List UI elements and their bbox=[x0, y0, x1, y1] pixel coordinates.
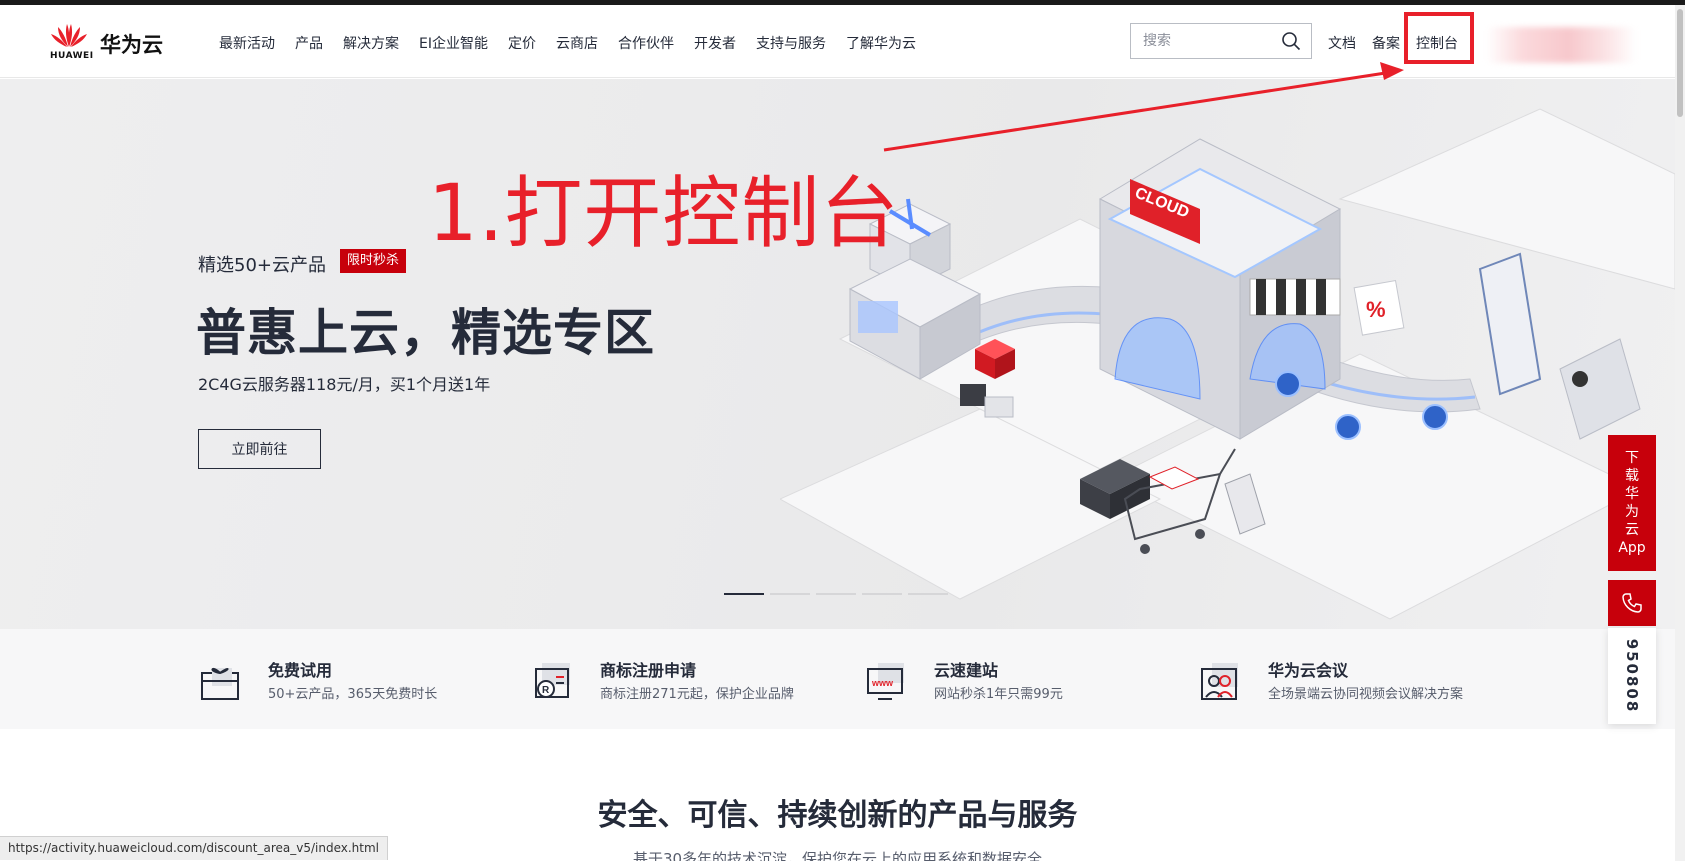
phone-button[interactable] bbox=[1608, 580, 1656, 626]
side-app-char: 载 bbox=[1625, 468, 1639, 484]
feature-title: 华为云会议 bbox=[1268, 661, 1349, 680]
svg-text:R: R bbox=[542, 685, 550, 696]
hotline-number-box: 950808 bbox=[1608, 628, 1656, 724]
search-icon[interactable] bbox=[1281, 31, 1301, 51]
user-account-blurred[interactable] bbox=[1486, 27, 1636, 63]
nav-item-solutions[interactable]: 解决方案 bbox=[343, 33, 399, 53]
icp-filing-link[interactable]: 备案 bbox=[1372, 33, 1400, 53]
search-input[interactable] bbox=[1131, 24, 1271, 58]
meeting-icon bbox=[1201, 663, 1238, 700]
side-app-char: App bbox=[1618, 540, 1646, 556]
scrollbar-thumb[interactable] bbox=[1677, 9, 1683, 117]
carousel-dot-5[interactable] bbox=[908, 593, 948, 595]
side-app-char: 下 bbox=[1625, 450, 1639, 466]
console-highlight-box bbox=[1404, 12, 1474, 64]
page-scrollbar[interactable] bbox=[1675, 5, 1685, 861]
feature-desc: 网站秒杀1年只需99元 bbox=[934, 687, 1063, 702]
website-icon: www bbox=[867, 663, 904, 700]
nav-item-marketplace[interactable]: 云商店 bbox=[556, 33, 598, 53]
side-app-char: 华 bbox=[1625, 486, 1639, 502]
section-title: 安全、可信、持续创新的产品与服务 bbox=[597, 798, 1078, 833]
main-nav: 最新活动 产品 解决方案 EI企业智能 定价 云商店 合作伙伴 开发者 支持与服… bbox=[219, 33, 936, 53]
feature-desc: 商标注册271元起，保护企业品牌 bbox=[600, 687, 794, 702]
annotation-step-text: 1.打开控制台 bbox=[428, 169, 900, 259]
svg-text:%: % bbox=[1366, 297, 1386, 322]
side-app-char: 为 bbox=[1625, 504, 1639, 520]
nav-item-support[interactable]: 支持与服务 bbox=[756, 33, 826, 53]
carousel-dot-1[interactable] bbox=[724, 593, 764, 595]
browser-status-url: https://activity.huaweicloud.com/discoun… bbox=[0, 836, 389, 860]
brand-name: 华为云 bbox=[100, 33, 163, 57]
hotline-number: 950808 bbox=[1623, 638, 1641, 714]
cloud-store-illustration: CLOUD % bbox=[780, 108, 1675, 620]
carousel-dot-2[interactable] bbox=[770, 593, 810, 595]
huawei-cloud-logo[interactable]: HUAWEI 华为云 bbox=[50, 21, 175, 65]
hero-description: 2C4G云服务器118元/月，买1个月送1年 bbox=[198, 375, 491, 394]
nav-item-developers[interactable]: 开发者 bbox=[694, 33, 736, 53]
svg-text:www: www bbox=[871, 678, 894, 688]
logo-wordmark: HUAWEI bbox=[50, 51, 94, 61]
go-now-button[interactable]: 立即前往 bbox=[198, 429, 321, 469]
side-app-char: 云 bbox=[1625, 522, 1639, 538]
nav-item-latest-activities[interactable]: 最新活动 bbox=[219, 33, 275, 53]
feature-title: 商标注册申请 bbox=[600, 661, 697, 680]
carousel-dot-3[interactable] bbox=[816, 593, 856, 595]
carousel-dot-4[interactable] bbox=[862, 593, 902, 595]
hero-subtitle: 精选50+云产品 bbox=[198, 255, 326, 276]
features-strip: 免费试用 50+云产品，365天免费时长 R 商标注册申请 商标注册271元起，… bbox=[0, 629, 1675, 729]
phone-icon bbox=[1622, 593, 1642, 613]
hero-title: 普惠上云，精选专区 bbox=[196, 304, 655, 362]
docs-link[interactable]: 文档 bbox=[1328, 33, 1356, 53]
nav-item-about[interactable]: 了解华为云 bbox=[846, 33, 916, 53]
hero-banner[interactable]: CLOUD % 精选50+云产品 限时秒杀 普惠上云，精选专区 2C4G云服务器… bbox=[0, 79, 1675, 629]
flash-sale-badge: 限时秒杀 bbox=[340, 249, 407, 273]
feature-title: 免费试用 bbox=[268, 661, 333, 680]
gift-icon bbox=[201, 667, 239, 700]
feature-title: 云速建站 bbox=[934, 661, 999, 680]
nav-item-pricing[interactable]: 定价 bbox=[508, 33, 536, 53]
percent-tag-icon: % bbox=[1353, 279, 1405, 336]
feature-desc: 50+云产品，365天免费时长 bbox=[268, 687, 438, 702]
trademark-icon: R bbox=[535, 663, 570, 698]
carousel-indicators bbox=[724, 593, 948, 595]
nav-item-partners[interactable]: 合作伙伴 bbox=[618, 33, 674, 53]
huawei-flower-logo-icon bbox=[51, 24, 87, 47]
download-app-button[interactable]: 下 载 华 为 云 App bbox=[1608, 435, 1656, 571]
nav-item-ei[interactable]: EI企业智能 bbox=[419, 33, 488, 53]
search-box bbox=[1130, 23, 1312, 59]
nav-item-products[interactable]: 产品 bbox=[295, 33, 323, 53]
feature-desc: 全场景端云协同视频会议解决方案 bbox=[1268, 687, 1464, 702]
